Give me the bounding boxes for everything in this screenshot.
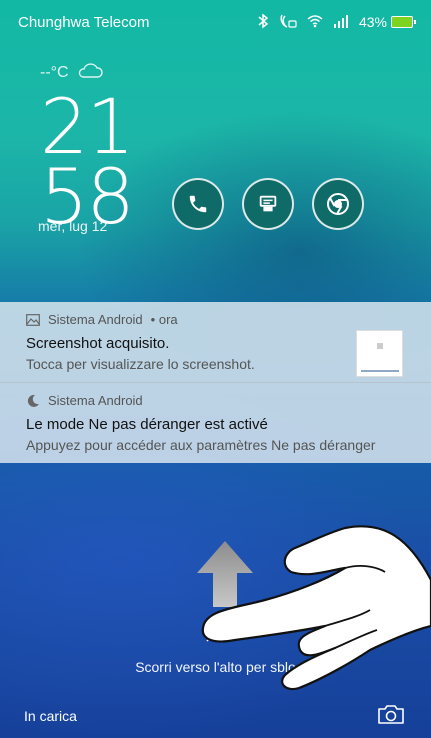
screenshot-thumbnail[interactable] — [356, 330, 403, 377]
moon-icon — [27, 394, 39, 407]
wifi-icon — [307, 14, 323, 31]
weather: --°C — [40, 62, 103, 83]
status-bar: Chunghwa Telecom 43% — [0, 0, 431, 44]
weather-temperature: --°C — [40, 63, 69, 81]
chrome-shortcut-button[interactable] — [312, 178, 364, 230]
notification-title: Screenshot acquisito. — [26, 335, 170, 352]
memo-icon — [259, 195, 277, 212]
camera-icon[interactable] — [377, 703, 405, 725]
notification-list: Sistema Android • ora Screenshot acquisi… — [0, 302, 431, 463]
notification-app-name: Sistema Android — [48, 393, 143, 408]
carrier-name: Chunghwa Telecom — [18, 13, 150, 31]
bluetooth-icon — [257, 13, 269, 32]
notification-app-name: Sistema Android — [48, 312, 143, 327]
notification-time: • ora — [150, 312, 178, 327]
notification-header: Sistema Android — [26, 393, 405, 408]
phone-shortcut-button[interactable] — [172, 178, 224, 230]
image-icon — [26, 313, 40, 326]
notification-text: Appuyez pour accéder aux paramètres Ne p… — [26, 437, 376, 453]
battery-icon — [391, 16, 416, 28]
status-icons: 43% — [257, 13, 416, 32]
battery-indicator: 43% — [358, 14, 416, 30]
memo-shortcut-button[interactable] — [242, 178, 294, 230]
hand-gesture-icon — [201, 525, 431, 691]
date: mer, lug 12 — [38, 218, 108, 234]
phone-icon — [189, 195, 207, 213]
notification-text: Tocca per visualizzare lo screenshot. — [26, 356, 255, 372]
notification-header: Sistema Android • ora — [26, 312, 405, 327]
shortcut-bar — [172, 178, 364, 230]
chrome-icon — [327, 193, 349, 215]
signal-icon — [333, 14, 349, 31]
notification-title: Le mode Ne pas déranger est activé — [26, 416, 268, 433]
battery-percent: 43% — [358, 14, 387, 30]
cloud-icon — [77, 62, 103, 83]
do-not-disturb-icon — [279, 13, 297, 32]
notification-do-not-disturb[interactable]: Sistema Android Le mode Ne pas déranger … — [0, 382, 431, 463]
notification-screenshot[interactable]: Sistema Android • ora Screenshot acquisi… — [0, 302, 431, 382]
clock: 21 58 — [40, 89, 135, 235]
charging-status: In carica — [24, 708, 77, 724]
